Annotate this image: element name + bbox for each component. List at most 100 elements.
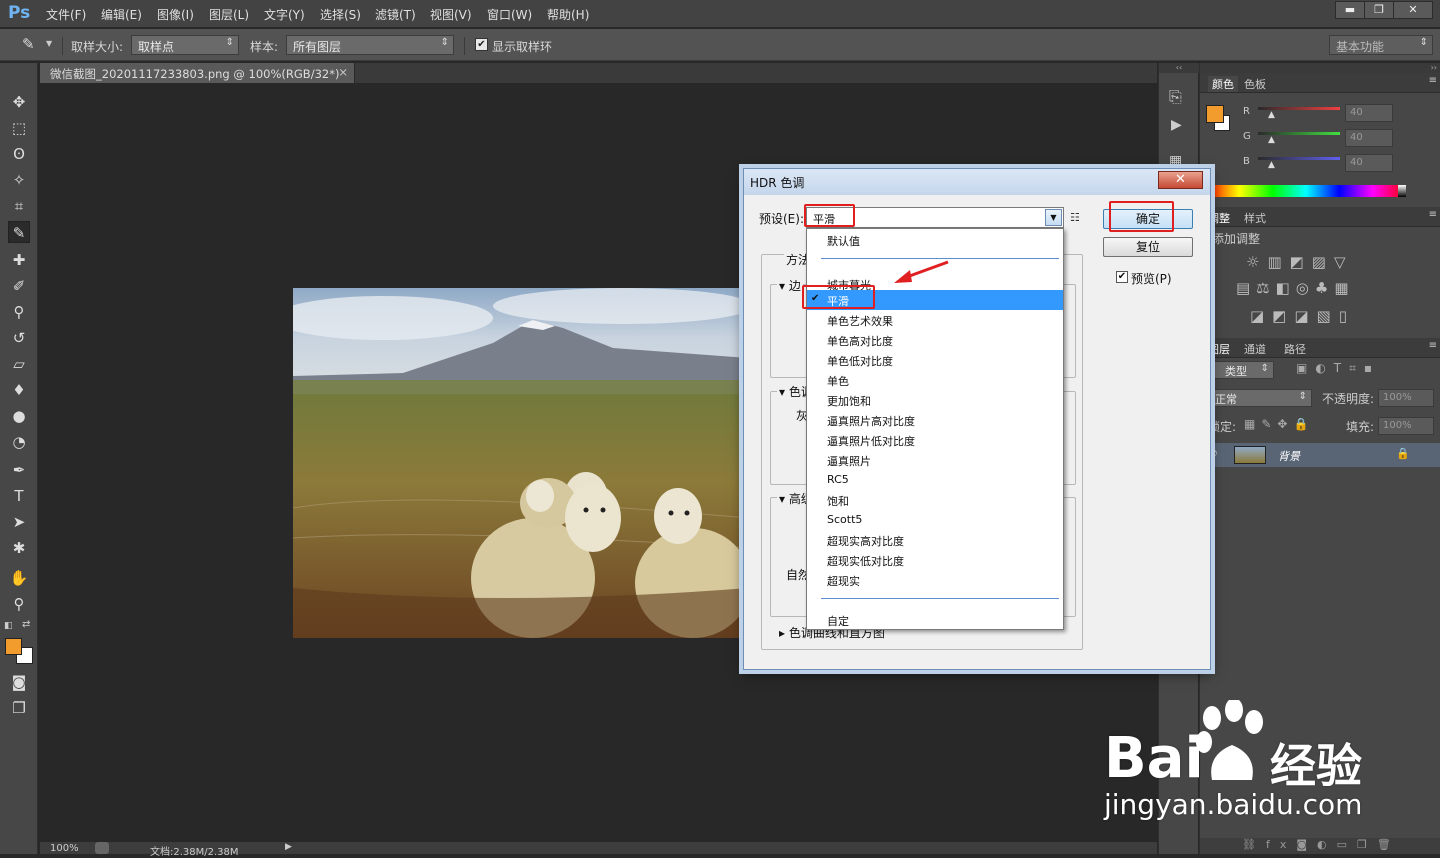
collapse-icon[interactable]: ‹‹ [1159,63,1199,73]
pen-tool-icon[interactable]: ✒ [8,459,30,481]
status-arrow-icon[interactable]: ▶ [285,842,292,852]
preset-option[interactable]: 逼真照片低对比度 [807,430,1063,450]
move-tool-icon[interactable]: ✥ [8,91,30,113]
menu-image[interactable]: 图像(I) [157,6,194,23]
type-tool-icon[interactable]: T [8,485,30,507]
preset-option[interactable]: 逼真照片高对比度 [807,410,1063,430]
blue-value[interactable]: 40 [1345,154,1393,172]
brush-tool-icon[interactable]: ✐ [8,275,30,297]
layer-row-background[interactable]: 👁 背景 🔒 [1200,443,1440,467]
preset-option[interactable]: 单色艺术效果 [807,310,1063,330]
history-brush-tool-icon[interactable]: ↺ [8,327,30,349]
window-close-button[interactable]: ✕ [1393,1,1433,19]
adjustment-icons-row-2[interactable]: ▤⚖◧◎♣▦ [1236,279,1355,297]
tab-swatches[interactable]: 色板 [1244,76,1266,92]
history-panel-icon[interactable]: ⎘ [1169,87,1182,107]
tab-paths[interactable]: 路径 [1284,341,1306,357]
red-value[interactable]: 40 [1345,104,1393,122]
sample-select[interactable]: 所有图层 ⇕ [286,35,454,55]
tab-channels[interactable]: 通道 [1244,341,1266,357]
menu-filter[interactable]: 滤镜(T) [375,6,416,23]
default-colors-icon[interactable]: ◧ [4,621,13,631]
preset-option[interactable]: 超现实低对比度 [807,550,1063,570]
spectrum-bw[interactable] [1398,185,1406,197]
actions-panel-icon[interactable]: ▶ [1171,117,1182,133]
foreground-color-swatch[interactable] [5,638,22,655]
panel-menu-icon[interactable]: ≡ [1429,75,1437,86]
menu-file[interactable]: 文件(F) [46,6,86,23]
menu-select[interactable]: 选择(S) [320,6,361,23]
menu-window[interactable]: 窗口(W) [487,6,532,23]
tool-preset-arrow-icon[interactable]: ▼ [46,39,52,48]
eraser-tool-icon[interactable]: ▱ [8,353,30,375]
panel-menu-icon[interactable]: ≡ [1429,340,1437,351]
lock-icons[interactable]: ▦✎✥🔒 [1244,417,1314,431]
tab-color[interactable]: 颜色 [1208,76,1238,92]
preset-option[interactable]: 逼真照片 [807,450,1063,470]
green-slider-thumb[interactable]: ▲ [1268,135,1275,145]
screen-mode-icon[interactable]: ❐ [8,697,30,719]
paint-bucket-tool-icon[interactable]: ♦ [8,379,30,401]
collapse-icon[interactable]: ›› [1200,63,1440,73]
blue-slider-thumb[interactable]: ▲ [1268,160,1275,170]
dodge-tool-icon[interactable]: ◔ [8,431,30,453]
sample-size-select[interactable]: 取样点 ⇕ [131,35,239,55]
blur-tool-icon[interactable]: ● [8,405,30,427]
close-icon[interactable]: × [338,65,348,79]
fill-value[interactable]: 100% [1378,417,1434,435]
preset-option[interactable]: 单色高对比度 [807,330,1063,350]
preset-option[interactable]: 更加饱和 [807,390,1063,410]
red-slider-thumb[interactable]: ▲ [1268,110,1275,120]
reset-button[interactable]: 复位 [1103,237,1193,257]
quick-mask-icon[interactable]: ◙ [8,671,30,693]
crop-tool-icon[interactable]: ⌗ [8,195,30,217]
preset-option[interactable]: RC5 [807,470,1063,490]
preset-option[interactable]: 超现实 [807,570,1063,590]
lasso-tool-icon[interactable]: ʘ [8,143,30,165]
layer-kind-filter[interactable]: 类型 ⇕ [1208,361,1274,379]
eyedropper-tool-icon[interactable]: ✎ [8,221,30,243]
panel-menu-icon[interactable]: ≡ [1429,209,1437,220]
chevron-down-icon[interactable]: ▼ [1045,209,1062,226]
blend-mode-select[interactable]: 正常 ⇕ [1208,389,1312,407]
healing-brush-tool-icon[interactable]: ✚ [8,249,30,271]
tab-styles[interactable]: 样式 [1244,210,1266,226]
preset-option[interactable]: 饱和 [807,490,1063,510]
clone-stamp-tool-icon[interactable]: ⚲ [8,301,30,323]
green-value[interactable]: 40 [1345,129,1393,147]
preset-option[interactable]: Scott5 [807,510,1063,530]
tab-layers[interactable]: 图层 [1208,341,1230,357]
dialog-close-button[interactable]: ✕ [1158,171,1203,189]
preview-checkbox[interactable]: ✔ [1116,271,1128,283]
layer-filter-icons[interactable]: ▣◐T⌗▪ [1296,361,1380,376]
preset-option[interactable]: 自定 [807,610,1063,630]
preset-option[interactable]: 单色 [807,370,1063,390]
tab-adjustments[interactable]: 调整 [1208,210,1230,226]
preset-option[interactable]: 单色低对比度 [807,350,1063,370]
show-ring-checkbox[interactable]: ✔ [475,38,488,51]
minimize-button[interactable]: ▬ [1335,1,1365,19]
marquee-tool-icon[interactable]: ⬚ [8,117,30,139]
status-menu-icon[interactable] [95,842,109,854]
document-tab[interactable]: 微信截图_20201117233803.png @ 100%(RGB/32*) … [40,63,355,96]
zoom-level[interactable]: 100% [50,843,79,854]
menu-view[interactable]: 视图(V) [430,6,472,23]
properties-panel-icon[interactable]: ▦ [1169,153,1182,169]
zoom-tool-icon[interactable]: ⚲ [8,593,30,615]
preset-option[interactable]: 默认值 [807,230,1063,250]
restore-button[interactable]: ❐ [1364,1,1394,19]
color-spectrum[interactable] [1206,185,1406,197]
preset-options-icon[interactable]: ☷ [1070,211,1080,224]
layer-name[interactable]: 背景 [1278,448,1300,464]
opacity-value[interactable]: 100% [1378,389,1434,407]
preset-option[interactable]: 超现实高对比度 [807,530,1063,550]
workspace-select[interactable]: 基本功能 ⇕ [1329,35,1433,55]
swap-colors-icon[interactable]: ⇄ [22,619,30,630]
layers-footer-icons[interactable]: ⛓fx◙◐▭❐🗑 [1200,838,1440,854]
menu-type[interactable]: 文字(Y) [264,6,305,23]
path-select-tool-icon[interactable]: ➤ [8,511,30,533]
color-panel-foreground-swatch[interactable] [1206,105,1224,123]
quick-select-tool-icon[interactable]: ✧ [8,169,30,191]
menu-layer[interactable]: 图层(L) [209,6,249,23]
menu-edit[interactable]: 编辑(E) [101,6,142,23]
